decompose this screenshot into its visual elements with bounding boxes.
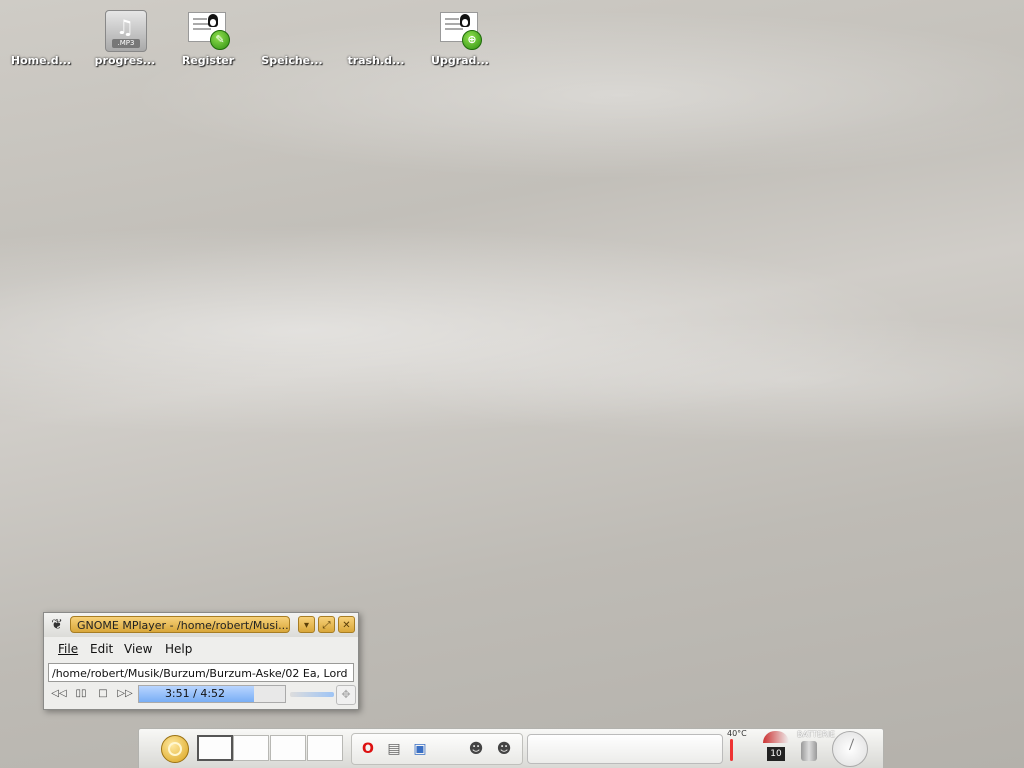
desktop-icon-label: trash.d... xyxy=(347,54,405,67)
battery-icon xyxy=(801,741,817,761)
desktop-icon-trash[interactable]: trash.d... xyxy=(336,8,416,67)
file-cabinet-icon[interactable]: ▤ xyxy=(384,739,404,759)
pager-desktop-4[interactable] xyxy=(307,735,343,761)
trash-icon xyxy=(354,8,398,52)
menu-view[interactable]: View xyxy=(124,642,152,656)
desktop-icon-label: Home.d... xyxy=(10,54,72,67)
desktop-icon-label: Upgrad... xyxy=(431,54,489,67)
desktop-icon-progress-mp3[interactable]: ♫ .MP3 progres... xyxy=(85,8,165,67)
temperature-label: 40°C xyxy=(727,729,747,738)
k-menu-button[interactable] xyxy=(161,735,189,763)
desktop-icon-storage[interactable]: Speiche... xyxy=(252,8,332,67)
rewind-button[interactable]: ◁◁ xyxy=(50,686,68,702)
desktop-icon-label: Register xyxy=(181,54,235,67)
gimp-icon[interactable]: ☻ xyxy=(466,739,486,759)
stop-button[interactable]: □ xyxy=(94,686,112,702)
fullscreen-icon[interactable]: ✥ xyxy=(336,685,356,705)
storage-icon xyxy=(270,8,314,52)
titlebar[interactable]: ❦ GNOME MPlayer - /home/robert/Musi... ▾… xyxy=(44,613,358,637)
pager-desktop-1[interactable] xyxy=(197,735,233,761)
file-path-field[interactable]: /home/robert/Musik/Burzum/Burzum-Aske/02… xyxy=(48,663,354,682)
volume-slider[interactable] xyxy=(290,692,334,697)
desktop-icon-upgrade[interactable]: ⊕ Upgrad... xyxy=(420,8,500,67)
home-icon xyxy=(19,8,63,52)
image-viewer-icon[interactable]: ▣ xyxy=(410,739,430,759)
upgrade-icon: ⊕ xyxy=(438,8,482,52)
pager-desktop-3[interactable] xyxy=(270,735,306,761)
menu-help[interactable]: Help xyxy=(165,642,192,656)
gauge-icon: 10 xyxy=(761,731,791,767)
maximize-button[interactable]: ⤢ xyxy=(318,616,335,633)
thermometer-icon xyxy=(730,739,733,761)
minimize-button[interactable]: ▾ xyxy=(298,616,315,633)
pager-desktop-2[interactable] xyxy=(233,735,269,761)
fast-forward-button[interactable]: ▷▷ xyxy=(116,686,134,702)
clock-icon[interactable] xyxy=(832,731,868,767)
desktop-icon-register[interactable]: ✎ Register xyxy=(168,8,248,67)
gnome-foot-icon[interactable]: ❦ xyxy=(48,616,66,634)
menubar: File Edit View Help xyxy=(44,639,358,659)
opera-icon[interactable]: O xyxy=(358,739,378,759)
seek-bar[interactable]: 3:51 / 4:52 xyxy=(138,685,286,703)
register-icon: ✎ xyxy=(186,8,230,52)
battery-label: BATTERIE xyxy=(797,730,835,739)
kde-panel: O ▤ ▣ ☻ ☻ 40°C 10 BATTERIE xyxy=(138,728,884,768)
gauge-value: 10 xyxy=(767,747,785,761)
mp3-file-icon: ♫ .MP3 xyxy=(103,8,147,52)
taskbar[interactable] xyxy=(527,734,723,764)
mplayer-window: ❦ GNOME MPlayer - /home/robert/Musi... ▾… xyxy=(43,612,359,710)
window-title[interactable]: GNOME MPlayer - /home/robert/Musi... xyxy=(70,616,290,633)
gimp-icon-2[interactable]: ☻ xyxy=(494,739,514,759)
pause-button[interactable]: ▯▯ xyxy=(72,686,90,702)
quick-launcher: O ▤ ▣ ☻ ☻ xyxy=(351,733,523,765)
time-display: 3:51 / 4:52 xyxy=(164,687,226,700)
desktop-icon-label: Speiche... xyxy=(261,54,323,67)
desktop-icon-home[interactable]: Home.d... xyxy=(1,8,81,67)
desktop-icon-label: progres... xyxy=(94,54,156,67)
menu-file[interactable]: File xyxy=(58,642,78,656)
menu-edit[interactable]: Edit xyxy=(90,642,113,656)
close-button[interactable]: ✕ xyxy=(338,616,355,633)
